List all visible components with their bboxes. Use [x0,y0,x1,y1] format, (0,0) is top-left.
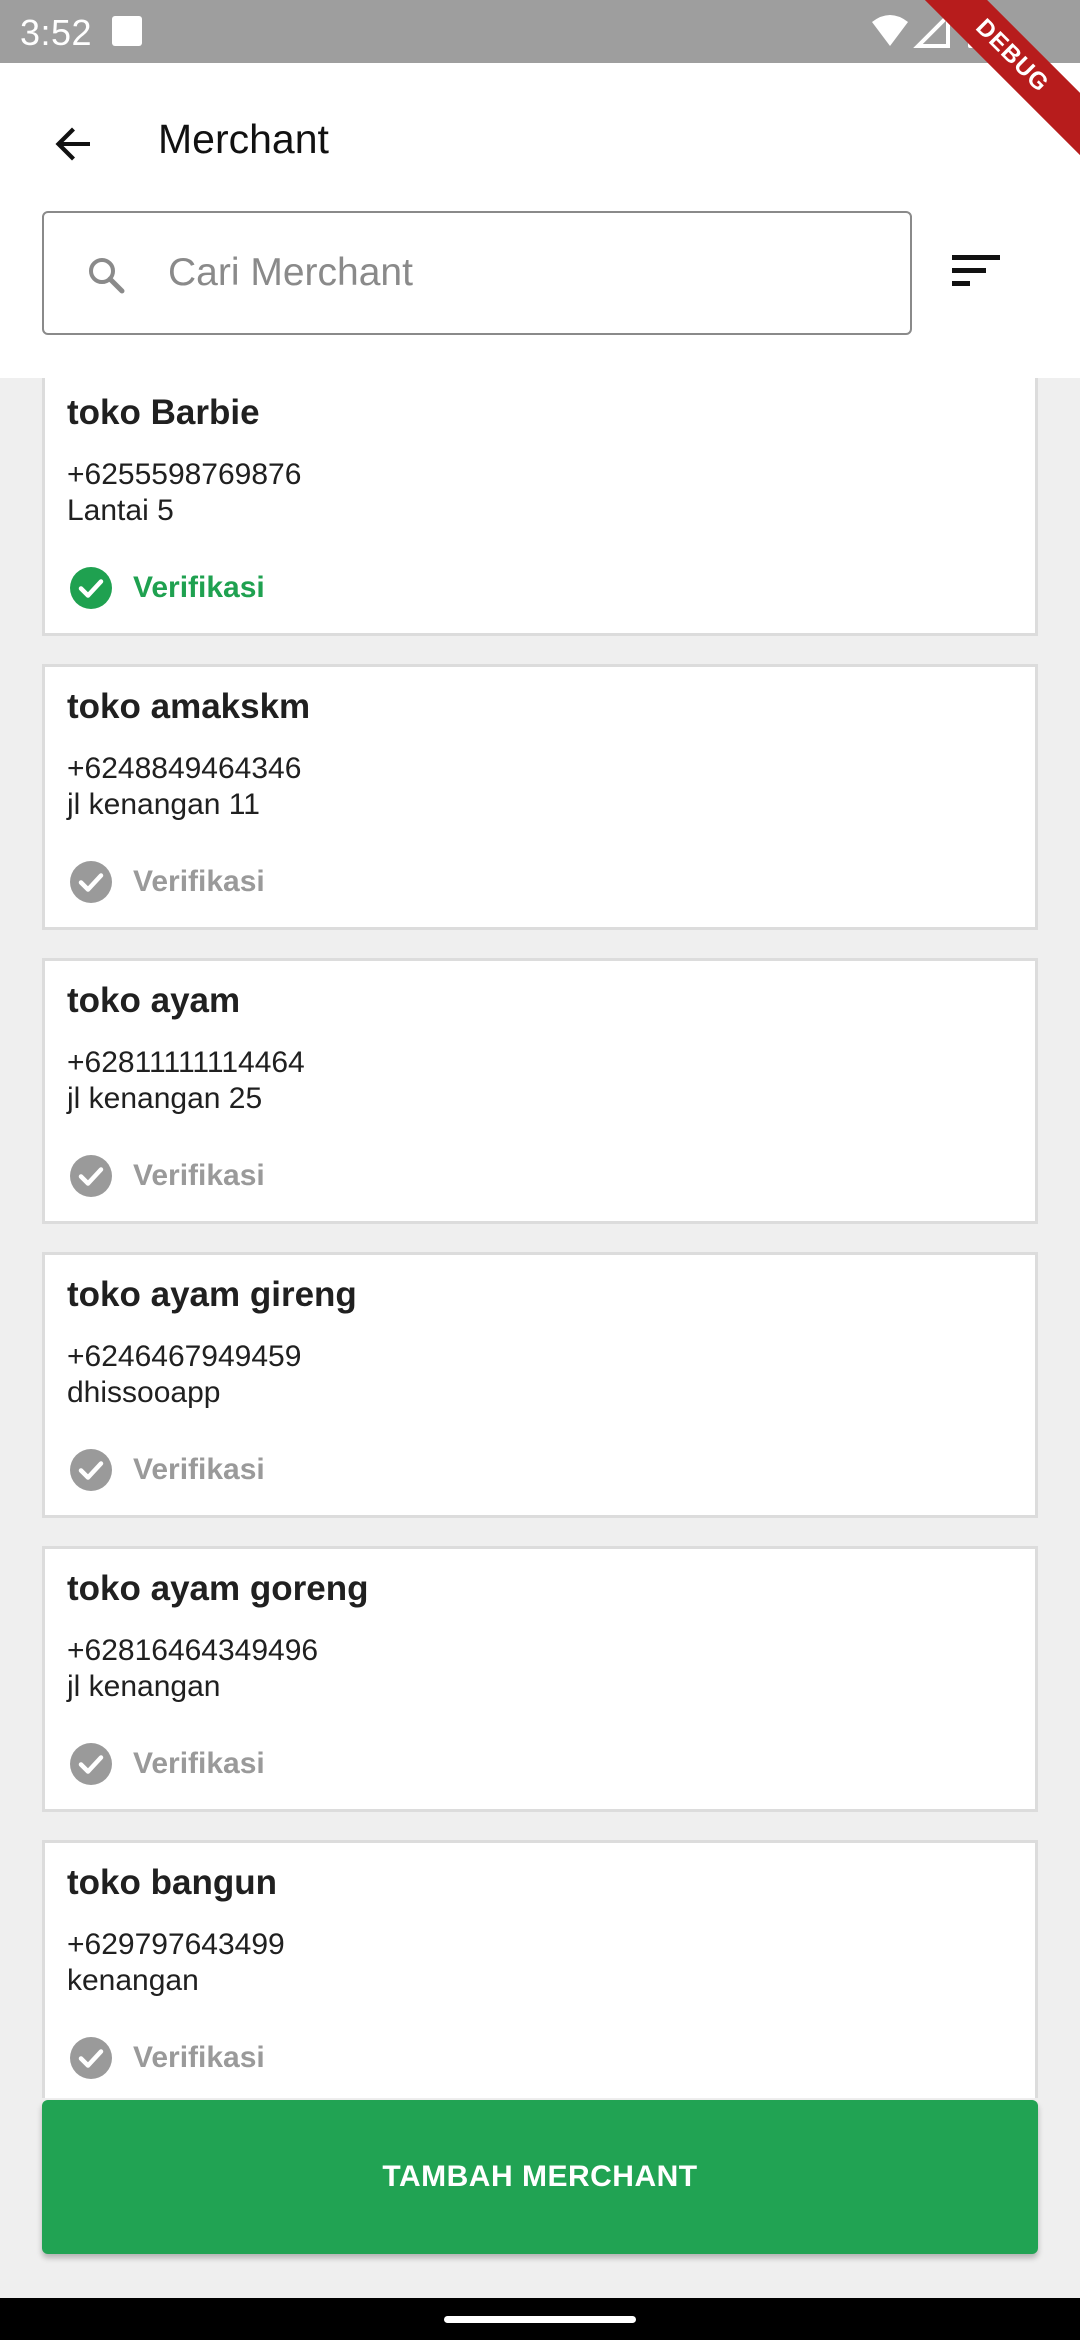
merchant-name: toko ayam [67,981,241,1020]
merchant-phone: +6248849464346 [67,752,302,785]
notification-square-icon [112,16,142,46]
verify-label: Verifikasi [133,2041,265,2074]
merchant-address: jl kenangan [67,1670,221,1703]
search-icon [89,258,125,294]
check-circle-icon [70,861,112,903]
verify-status[interactable]: Verifikasi [69,859,265,905]
merchant-phone: +62816464349496 [67,1634,319,1667]
merchant-address: jl kenangan 11 [67,788,260,821]
verify-status[interactable]: Verifikasi [69,2035,265,2081]
merchant-card[interactable]: toko amakskm +6248849464346 jl kenangan … [42,664,1038,930]
verify-label: Verifikasi [133,1159,265,1192]
merchant-address: jl kenangan 25 [67,1082,263,1115]
arrow-left-icon [55,127,90,161]
wifi-icon [872,15,908,46]
merchant-phone: +6255598769876 [67,458,302,491]
check-circle-icon [70,567,112,609]
verify-label: Verifikasi [133,865,265,898]
check-circle-icon [70,1743,112,1785]
merchant-card[interactable]: toko ayam gireng +6246467949459 dhissooa… [42,1252,1038,1518]
merchant-card[interactable]: toko Barbie +6255598769876 Lantai 5 Veri… [42,378,1038,636]
merchant-address: Lantai 5 [67,494,174,527]
status-time: 3:52 [20,12,93,53]
merchant-card[interactable]: toko ayam +62811111114464 jl kenangan 25… [42,958,1038,1224]
verify-label: Verifikasi [133,571,265,604]
signal-icon [913,12,950,48]
search-field[interactable] [42,211,912,335]
merchant-name: toko bangun [67,1863,277,1902]
merchant-phone: +62811111114464 [67,1046,305,1079]
merchant-card[interactable]: toko ayam goreng +62816464349496 jl kena… [42,1546,1038,1812]
sort-button[interactable] [944,239,1008,303]
merchant-name: toko Barbie [67,393,260,432]
merchant-card[interactable]: toko bangun +629797643499 kenangan Verif… [42,1840,1038,2098]
page-title: Merchant [158,116,329,162]
verify-status[interactable]: Verifikasi [69,565,265,611]
check-circle-icon [70,2037,112,2079]
merchant-name: toko ayam goreng [67,1569,369,1608]
merchant-phone: +6246467949459 [67,1340,302,1373]
merchant-name: toko amakskm [67,687,311,726]
verify-label: Verifikasi [133,1747,265,1780]
merchant-address: dhissooapp [67,1376,221,1409]
status-bar: 3:52 [0,0,1080,63]
verify-label: Verifikasi [133,1453,265,1486]
add-merchant-button[interactable]: TAMBAH MERCHANT [42,2100,1038,2254]
verify-status[interactable]: Verifikasi [69,1447,265,1493]
verify-status[interactable]: Verifikasi [69,1741,265,1787]
system-nav-bar [0,2298,1080,2340]
merchant-list[interactable]: toko Barbie +6255598769876 Lantai 5 Veri… [42,378,1038,2098]
check-circle-icon [70,1449,112,1491]
verify-status[interactable]: Verifikasi [69,1153,265,1199]
search-input[interactable] [168,233,868,313]
app-bar: Merchant [0,63,1080,378]
sort-icon [952,255,1000,286]
check-circle-icon [70,1155,112,1197]
merchant-address: kenangan [67,1964,199,1997]
merchant-phone: +629797643499 [67,1928,285,1961]
home-gesture-handle[interactable] [444,2316,636,2323]
merchant-name: toko ayam gireng [67,1275,357,1314]
back-button[interactable] [38,108,110,180]
